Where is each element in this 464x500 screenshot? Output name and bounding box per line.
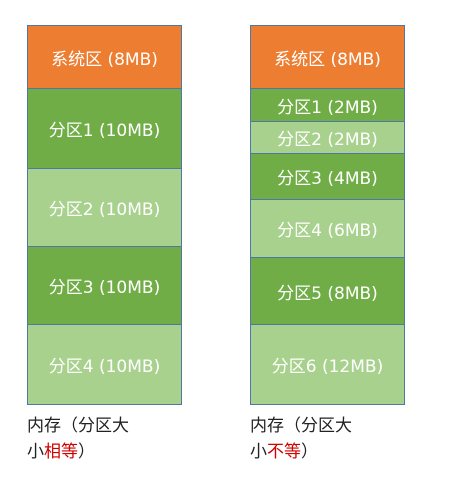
- block-label: 分区3 (10MB): [48, 278, 161, 298]
- memory-unequal-partitions: 系统区 (8MB) 分区1 (2MB) 分区2 (2MB) 分区3 (4MB) …: [250, 25, 405, 405]
- caption-prefix: 小: [27, 442, 44, 462]
- caption-highlight: 不等: [267, 442, 301, 462]
- caption-equal: 内存（分区大 小相等）: [27, 413, 197, 465]
- caption-unequal: 内存（分区大 小不等）: [250, 413, 420, 465]
- block-label: 分区1 (2MB): [277, 97, 378, 118]
- caption-line-2: 小相等）: [27, 439, 197, 465]
- block-label: 分区2 (2MB): [277, 130, 378, 150]
- system-area-block: 系统区 (8MB): [27, 25, 182, 89]
- block-label: 分区1 (10MB): [48, 121, 161, 141]
- block-label: 分区5 (8MB): [277, 283, 378, 304]
- caption-highlight: 相等: [44, 442, 78, 462]
- caption-line-1: 内存（分区大: [250, 416, 352, 436]
- partition-2-block: 分区2 (10MB): [27, 169, 182, 247]
- partition-1-block: 分区1 (10MB): [27, 89, 182, 169]
- block-label: 分区2 (10MB): [48, 200, 161, 220]
- block-label: 系统区 (8MB): [274, 49, 381, 70]
- partition-1-block: 分区1 (2MB): [250, 89, 405, 122]
- partition-4-block: 分区4 (10MB): [27, 325, 182, 405]
- caption-suffix: ）: [78, 442, 95, 462]
- caption-line-2: 小不等）: [250, 439, 420, 465]
- partition-5-block: 分区5 (8MB): [250, 258, 405, 325]
- partition-3-block: 分区3 (10MB): [27, 247, 182, 325]
- caption-prefix: 小: [250, 442, 267, 462]
- caption-suffix: ）: [301, 442, 318, 462]
- block-label: 分区4 (10MB): [48, 357, 161, 377]
- system-area-block: 系统区 (8MB): [250, 25, 405, 89]
- block-label: 分区3 (4MB): [277, 169, 378, 189]
- partition-3-block: 分区3 (4MB): [250, 154, 405, 200]
- partition-6-block: 分区6 (12MB): [250, 325, 405, 405]
- caption-line-1: 内存（分区大: [27, 416, 129, 436]
- block-label: 系统区 (8MB): [51, 49, 158, 70]
- block-label: 分区6 (12MB): [271, 357, 384, 377]
- block-label: 分区4 (6MB): [277, 221, 378, 241]
- partition-4-block: 分区4 (6MB): [250, 200, 405, 258]
- partition-2-block: 分区2 (2MB): [250, 122, 405, 154]
- memory-equal-partitions: 系统区 (8MB) 分区1 (10MB) 分区2 (10MB) 分区3 (10M…: [27, 25, 182, 405]
